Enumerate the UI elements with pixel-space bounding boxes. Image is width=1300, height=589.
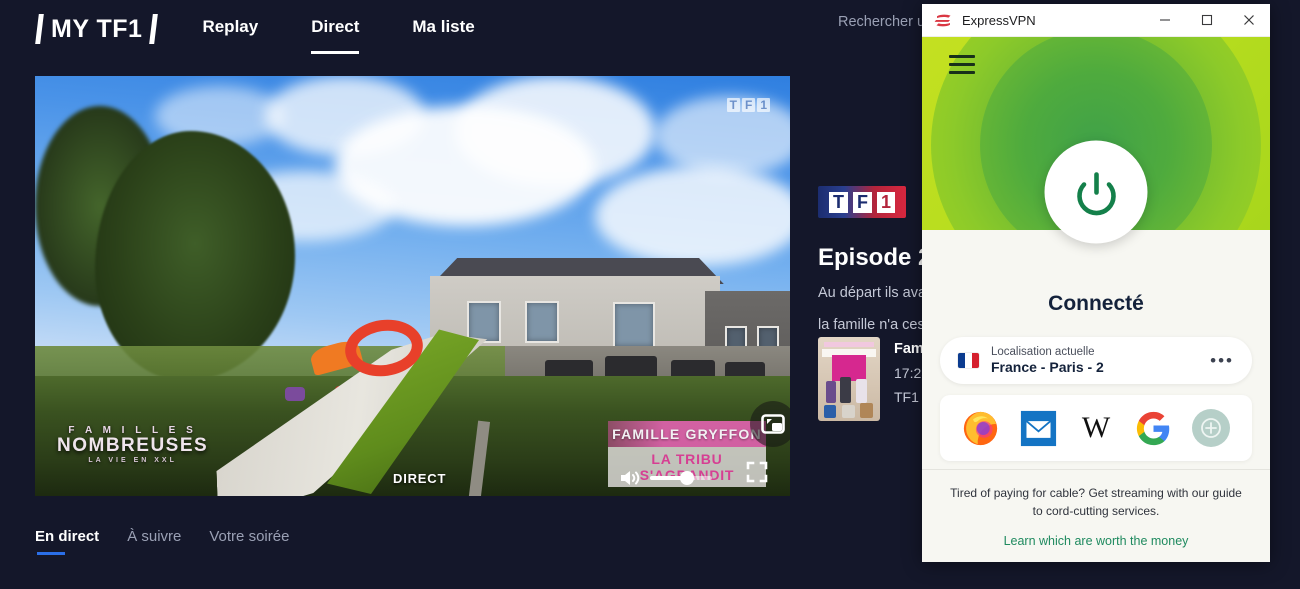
tab-votre-soiree-label: Votre soirée [209,528,290,545]
schedule-tabs: En direct À suivre Votre soirée [35,528,289,555]
episode-description-line2: la famille n'a cess [818,317,930,333]
tf1-watermark-letter: 1 [757,98,770,112]
current-location-card[interactable]: Localisation actuelle France - Paris - 2… [940,337,1252,384]
promo-link[interactable]: Learn which are worth the money [944,534,1248,548]
cloud [595,166,790,266]
maximize-button[interactable] [1186,4,1228,37]
window-title: ExpressVPN [962,12,1036,28]
thumbnail-person [826,381,836,403]
flag-stripe-blue [958,353,965,368]
thumbnail-person [840,377,851,403]
episode-description-line1: Au départ ils avai [818,285,930,301]
power-button[interactable] [1044,140,1148,244]
tab-votre-soiree[interactable]: Votre soirée [209,528,289,555]
main-navigation: Replay Direct Ma liste [202,0,527,58]
banner-family-name: FAMILLE GRYFFON [608,421,766,447]
nav-item-direct-label: Direct [311,17,360,36]
hamburger-menu-icon[interactable] [949,55,975,79]
tf1-watermark-letter: T [726,98,740,112]
google-glyph [1136,411,1170,445]
hamburger-line [949,63,975,66]
tf1-watermark-letter: F [741,98,756,112]
tf1-channel-logo: T F 1 [818,186,906,218]
mail-glyph [1020,410,1056,446]
fullscreen-glyph [746,461,768,483]
location-more-options-button[interactable]: ••• [1210,352,1234,369]
hamburger-line [949,55,975,58]
nav-item-replay-label: Replay [202,17,259,36]
thumbnail-person [842,405,855,418]
thumbnail-title-band [824,342,874,347]
tab-active-underline [37,552,65,555]
location-label: Localisation actuelle [991,346,1095,358]
fullscreen-icon[interactable] [746,461,768,488]
promo-footer: Tired of paying for cable? Get streaming… [922,469,1270,562]
search-input[interactable]: Rechercher un [838,14,933,30]
wikipedia-glyph: W [1081,411,1111,444]
up-next-thumbnail [818,337,880,421]
search-placeholder: Rechercher un [838,14,934,30]
thumbnail-person [860,403,873,418]
power-button-icon [1076,171,1116,215]
volume-control [619,469,712,487]
close-icon [1244,15,1254,25]
picture-in-picture-icon[interactable] [750,401,790,447]
flag-stripe-red [972,353,979,368]
hamburger-line [949,71,975,74]
google-shortcut-icon[interactable] [1134,408,1174,448]
wikipedia-shortcut-icon[interactable]: W [1076,408,1116,448]
pip-glyph [761,414,785,434]
mytf1-logo[interactable]: MY TF1 [35,12,159,46]
volume-icon[interactable] [619,469,641,487]
tf1-logo-letter-t: T [828,191,848,213]
footer-divider [922,469,1270,470]
volume-slider-handle[interactable] [680,471,694,485]
maximize-icon [1201,14,1213,26]
france-flag-icon [958,353,979,368]
location-name: France - Paris - 2 [991,359,1104,375]
expressvpn-glyph [934,14,951,26]
firefox-glyph [964,411,998,445]
nav-item-ma-liste-label: Ma liste [412,17,475,36]
shortcuts-bar: W [940,395,1252,461]
expressvpn-logo-icon [934,11,953,30]
close-button[interactable] [1228,4,1270,37]
add-shortcut-button[interactable] [1191,408,1231,448]
firefox-shortcut-icon[interactable] [961,408,1001,448]
nav-item-ma-liste[interactable]: Ma liste [412,17,474,41]
expressvpn-window[interactable]: ExpressVPN Connecté Localisation actuell… [922,4,1270,562]
player-control-bar: DIRECT [35,446,790,496]
connection-status: Connecté [1048,292,1144,315]
tf1-watermark-icon: T F 1 [726,98,770,112]
tab-en-direct[interactable]: En direct [35,528,99,555]
live-indicator[interactable]: DIRECT [393,471,446,486]
window-controls [1144,4,1270,37]
tab-en-direct-label: En direct [35,528,100,545]
logo-text: MY TF1 [51,14,143,43]
volume-slider[interactable] [650,471,712,485]
add-shortcut-glyph [1192,409,1231,447]
thumbnail-person [824,405,836,418]
location-text: Localisation actuelle France - Paris - 2 [991,346,1104,375]
thumbnail-person [856,379,867,403]
promo-text: Tired of paying for cable? Get streaming… [950,486,1242,518]
nav-item-replay[interactable]: Replay [202,17,258,41]
window-title-bar[interactable]: ExpressVPN [922,4,1270,37]
flag-stripe-white [965,353,972,368]
tab-a-suivre[interactable]: À suivre [127,528,181,555]
minimize-button[interactable] [1144,4,1186,37]
mail-shortcut-icon[interactable] [1018,408,1058,448]
tab-a-suivre-label: À suivre [127,528,182,545]
nav-active-underline [311,51,360,54]
minimize-icon [1160,19,1170,21]
house-window [613,302,655,348]
video-player[interactable]: T F 1 F A M I L L E S NOMBREUSES LA VIE … [35,76,790,496]
nav-item-direct[interactable]: Direct [311,17,360,54]
tf1-logo-letter-1: 1 [876,191,895,213]
tf1-logo-letter-f: F [852,191,872,213]
